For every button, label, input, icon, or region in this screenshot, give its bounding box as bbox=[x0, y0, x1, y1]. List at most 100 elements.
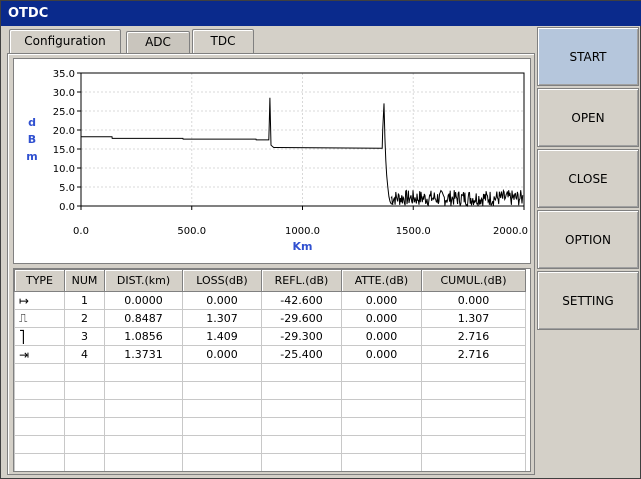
cell-num: 1 bbox=[64, 291, 105, 310]
y-tick-label: 5.0 bbox=[59, 183, 75, 194]
cell-loss: 1.409 bbox=[182, 327, 262, 346]
x-tick-label: 0.0 bbox=[73, 226, 89, 237]
empty-cell bbox=[341, 435, 422, 454]
empty-cell bbox=[261, 453, 342, 471]
cell-loss: 1.307 bbox=[182, 309, 262, 328]
setting-button[interactable]: SETTING bbox=[537, 271, 639, 330]
cell-num: 2 bbox=[64, 309, 105, 328]
open-button[interactable]: OPEN bbox=[537, 88, 639, 147]
cell-dist: 0.8487 bbox=[104, 309, 183, 328]
empty-cell bbox=[104, 435, 183, 454]
empty-cell bbox=[64, 435, 105, 454]
empty-cell bbox=[182, 417, 262, 436]
empty-cell bbox=[421, 435, 526, 454]
column-header-cumul[interactable]: CUMUL.(dB) bbox=[421, 269, 526, 292]
cell-atte: 0.000 bbox=[341, 327, 422, 346]
empty-cell bbox=[341, 453, 422, 471]
main-window: OTDC Configuration ADC TDC 35.0 30.0 25.0 2… bbox=[0, 0, 641, 479]
empty-cell bbox=[182, 399, 262, 418]
empty-cell bbox=[341, 363, 422, 382]
column-header-refl[interactable]: REFL.(dB) bbox=[261, 269, 342, 292]
chart-svg: 35.0 30.0 25.0 20.0 15.0 10.0 5.0 0.0 0.0 500.0 10… bbox=[26, 69, 528, 253]
empty-cell bbox=[341, 417, 422, 436]
cell-num: 4 bbox=[64, 345, 105, 364]
cell-refl: -25.400 bbox=[261, 345, 342, 364]
empty-cell bbox=[261, 417, 342, 436]
cell-cumul: 2.716 bbox=[421, 327, 526, 346]
y-tick-label: 25.0 bbox=[53, 107, 75, 118]
series-line bbox=[81, 97, 394, 205]
empty-cell bbox=[14, 435, 65, 454]
trace-chart: 35.0 30.0 25.0 20.0 15.0 10.0 5.0 0.0 0.0 500.0 10… bbox=[13, 58, 531, 264]
tab-configuration[interactable]: Configuration bbox=[9, 29, 121, 53]
empty-cell bbox=[261, 435, 342, 454]
empty-cell bbox=[104, 363, 183, 382]
empty-cell bbox=[64, 417, 105, 436]
y-axis-label-char: m bbox=[26, 150, 37, 163]
start-button[interactable]: START bbox=[537, 27, 639, 86]
empty-cell bbox=[182, 435, 262, 454]
empty-cell bbox=[421, 417, 526, 436]
empty-cell bbox=[421, 453, 526, 471]
table-row[interactable]: ⎍ 2 0.8487 1.307 -29.600 0.000 1.307 bbox=[14, 309, 526, 328]
empty-cell bbox=[182, 381, 262, 400]
column-header-atte[interactable]: ATTE.(dB) bbox=[341, 269, 422, 292]
column-header-num[interactable]: NUM bbox=[64, 269, 105, 292]
cell-atte: 0.000 bbox=[341, 309, 422, 328]
empty-cell bbox=[104, 381, 183, 400]
event-table-container: TYPE NUM DIST.(km) LOSS(dB) REFL.(dB) AT… bbox=[13, 268, 531, 472]
cell-cumul: 1.307 bbox=[421, 309, 526, 328]
y-axis-label-char: d bbox=[28, 116, 36, 129]
cell-num: 3 bbox=[64, 327, 105, 346]
cell-dist: 1.3731 bbox=[104, 345, 183, 364]
empty-cell bbox=[14, 453, 65, 471]
empty-cell bbox=[182, 363, 262, 382]
empty-cell bbox=[421, 363, 526, 382]
cell-type-icon: ↦ bbox=[14, 291, 65, 310]
x-tick-label: 500.0 bbox=[177, 226, 206, 237]
cell-refl: -42.600 bbox=[261, 291, 342, 310]
table-row[interactable]: ↦ 1 0.0000 0.000 -42.600 0.000 0.000 bbox=[14, 291, 526, 310]
column-header-dist[interactable]: DIST.(km) bbox=[104, 269, 183, 292]
empty-cell bbox=[64, 453, 105, 471]
option-button[interactable]: OPTION bbox=[537, 210, 639, 269]
empty-cell bbox=[261, 363, 342, 382]
cell-atte: 0.000 bbox=[341, 291, 422, 310]
empty-cell bbox=[64, 399, 105, 418]
table-row-empty bbox=[14, 363, 526, 382]
cell-loss: 0.000 bbox=[182, 291, 262, 310]
empty-cell bbox=[104, 453, 183, 471]
column-header-loss[interactable]: LOSS(dB) bbox=[182, 269, 262, 292]
table-header-row: TYPE NUM DIST.(km) LOSS(dB) REFL.(dB) AT… bbox=[14, 269, 526, 292]
tab-adc[interactable]: ADC bbox=[126, 31, 190, 53]
adc-tab-page: 35.0 30.0 25.0 20.0 15.0 10.0 5.0 0.0 0.0 500.0 10… bbox=[7, 53, 535, 475]
x-tick-label: 1000.0 bbox=[285, 226, 320, 237]
empty-cell bbox=[64, 381, 105, 400]
table-row-empty bbox=[14, 453, 526, 471]
title-bar: OTDC bbox=[1, 1, 641, 26]
table-row[interactable]: ⇥ 4 1.3731 0.000 -25.400 0.000 2.716 bbox=[14, 345, 526, 364]
empty-cell bbox=[14, 417, 65, 436]
empty-cell bbox=[421, 381, 526, 400]
y-tick-label: 35.0 bbox=[53, 69, 75, 80]
table-row[interactable]: ⎤ 3 1.0856 1.409 -29.300 0.000 2.716 bbox=[14, 327, 526, 346]
empty-cell bbox=[261, 381, 342, 400]
empty-cell bbox=[341, 381, 422, 400]
empty-cell bbox=[14, 399, 65, 418]
cell-refl: -29.300 bbox=[261, 327, 342, 346]
close-button[interactable]: CLOSE bbox=[537, 149, 639, 208]
y-tick-label: 15.0 bbox=[53, 145, 75, 156]
x-tick-label: 2000.0 bbox=[493, 226, 528, 237]
table-row-empty bbox=[14, 381, 526, 400]
empty-cell bbox=[341, 399, 422, 418]
event-table: TYPE NUM DIST.(km) LOSS(dB) REFL.(dB) AT… bbox=[14, 269, 526, 471]
y-tick-label: 20.0 bbox=[53, 126, 75, 137]
cell-type-icon: ⇥ bbox=[14, 345, 65, 364]
table-row-empty bbox=[14, 435, 526, 454]
column-header-type[interactable]: TYPE bbox=[14, 269, 65, 292]
left-panel: Configuration ADC TDC 35.0 30.0 25.0 20.0 15… bbox=[4, 29, 535, 477]
tab-tdc[interactable]: TDC bbox=[192, 29, 254, 53]
y-tick-label: 0.0 bbox=[59, 202, 75, 213]
cell-dist: 0.0000 bbox=[104, 291, 183, 310]
x-axis-label: Km bbox=[293, 240, 313, 253]
